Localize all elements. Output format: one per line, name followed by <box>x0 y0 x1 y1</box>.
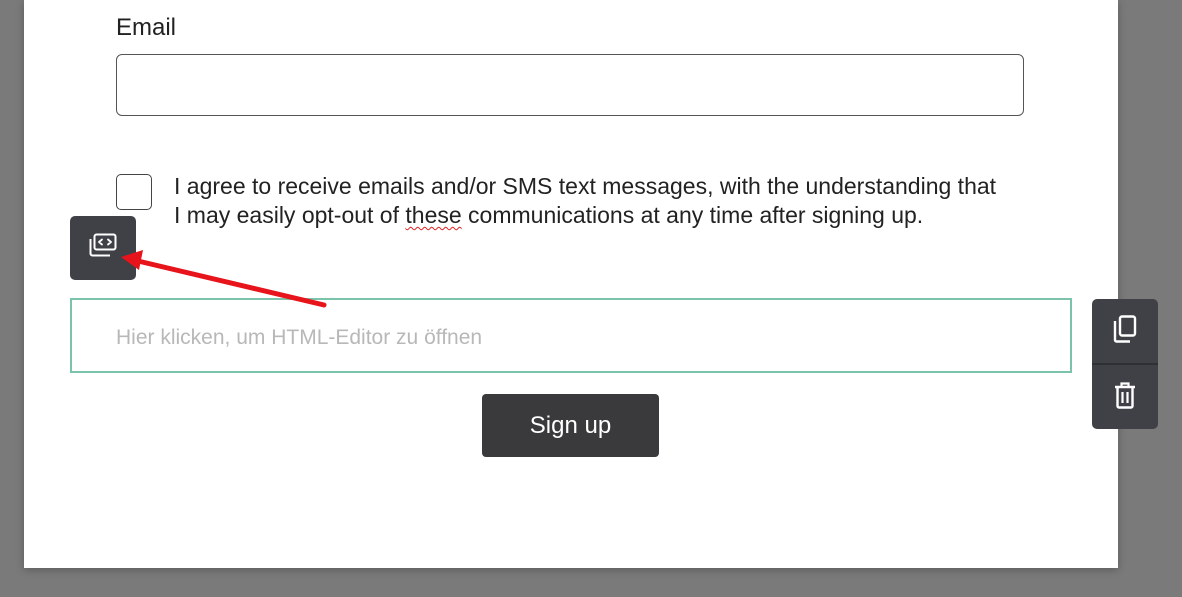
annotation-arrow <box>121 250 327 308</box>
